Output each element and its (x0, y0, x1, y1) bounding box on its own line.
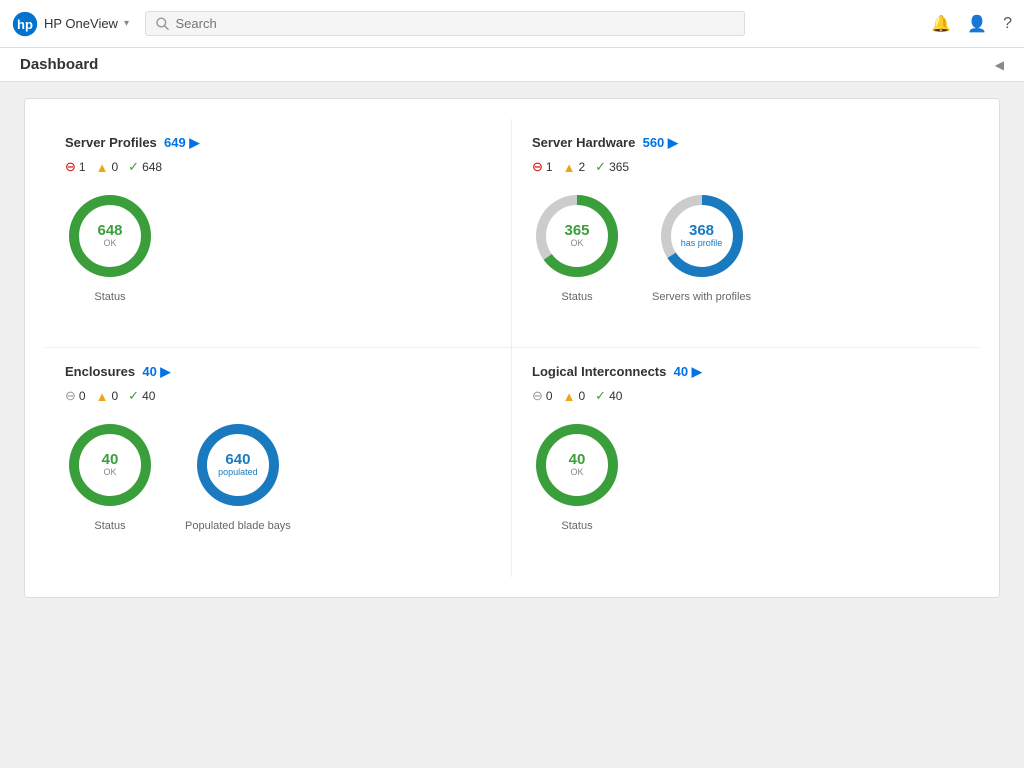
sh-error-icon: ⊖ (532, 159, 543, 175)
sh-status-chart: 365 OK Status (532, 191, 622, 303)
brand-logo[interactable]: hp HP OneView ▾ (12, 11, 129, 37)
sp-badges: ⊖ 1 ▲ 0 ✓ 648 (65, 159, 491, 175)
app-window: hp HP OneView ▾ 🔔 👤 ? Dashboard ◀ (0, 0, 1024, 768)
sh-ok-icon: ✓ (595, 159, 606, 175)
error-icon: ⊖ (65, 159, 76, 175)
svg-text:hp: hp (17, 16, 33, 31)
sp-status-label: Status (94, 291, 125, 303)
sh-badge-error: ⊖ 1 (532, 159, 553, 175)
bell-icon[interactable]: 🔔 (931, 14, 951, 34)
sh-status-donut[interactable]: 365 OK (532, 191, 622, 281)
warning-icon: ▲ (96, 160, 109, 175)
sp-badge-ok: ✓ 648 (128, 159, 162, 175)
sh-profiles-chart: 368 has profile Servers with profiles (652, 191, 751, 303)
li-error-icon: ⊖ (532, 388, 543, 404)
widget-server-profiles: Server Profiles 649 ▶ ⊖ 1 ▲ 0 ✓ (45, 119, 512, 348)
sh-badge-warning: ▲ 2 (563, 160, 586, 175)
enc-status-label: Status (94, 520, 125, 532)
sp-charts: 648 OK Status (65, 191, 491, 303)
sp-badge-warning: ▲ 0 (96, 160, 119, 175)
enc-badge-error: ⊖ 0 (65, 388, 86, 404)
dashboard-card: Server Profiles 649 ▶ ⊖ 1 ▲ 0 ✓ (24, 98, 1000, 598)
main-content: Server Profiles 649 ▶ ⊖ 1 ▲ 0 ✓ (0, 82, 1024, 768)
dashboard-header: Dashboard ◀ (0, 48, 1024, 82)
dashboard-title: Dashboard (20, 56, 98, 73)
search-box[interactable] (145, 11, 745, 36)
li-charts: 40 OK Status (532, 420, 959, 532)
sh-profiles-label: Servers with profiles (652, 291, 751, 303)
widget-logical-interconnects: Logical Interconnects 40 ▶ ⊖ 0 ▲ 0 (512, 348, 979, 577)
enc-populated-label: Populated blade bays (185, 520, 291, 532)
widget-server-hardware-title: Server Hardware 560 ▶ (532, 135, 959, 151)
enc-populated-chart: 640 populated Populated blade bays (185, 420, 291, 532)
help-icon[interactable]: ? (1003, 15, 1012, 33)
li-badge-warning: ▲ 0 (563, 389, 586, 404)
li-ok-icon: ✓ (595, 388, 606, 404)
collapse-button[interactable]: ◀ (995, 58, 1004, 72)
widget-server-profiles-title: Server Profiles 649 ▶ (65, 135, 491, 151)
search-input[interactable] (176, 16, 734, 31)
enc-status-chart: 40 OK Status (65, 420, 155, 532)
widget-server-hardware: Server Hardware 560 ▶ ⊖ 1 ▲ 2 ✓ (512, 119, 979, 348)
li-badge-ok: ✓ 40 (595, 388, 622, 404)
enc-warning-icon: ▲ (96, 389, 109, 404)
enc-charts: 40 OK Status 640 (65, 420, 491, 532)
sh-count[interactable]: 560 ▶ (639, 135, 678, 150)
sh-profiles-donut[interactable]: 368 has profile (657, 191, 747, 281)
widget-enclosures-title: Enclosures 40 ▶ (65, 364, 491, 380)
li-status-label: Status (561, 520, 592, 532)
brand-chevron-icon[interactable]: ▾ (124, 18, 129, 29)
li-count[interactable]: 40 ▶ (670, 364, 702, 379)
sh-badge-ok: ✓ 365 (595, 159, 629, 175)
li-badges: ⊖ 0 ▲ 0 ✓ 40 (532, 388, 959, 404)
sh-status-label: Status (561, 291, 592, 303)
li-status-donut[interactable]: 40 OK (532, 420, 622, 510)
navbar-icons: 🔔 👤 ? (931, 14, 1012, 34)
enc-badges: ⊖ 0 ▲ 0 ✓ 40 (65, 388, 491, 404)
li-badge-error: ⊖ 0 (532, 388, 553, 404)
hp-logo-icon: hp (12, 11, 38, 37)
search-icon (156, 17, 170, 31)
brand-name: HP OneView (44, 16, 118, 31)
li-status-chart: 40 OK Status (532, 420, 622, 532)
enc-badge-ok: ✓ 40 (128, 388, 155, 404)
widget-enclosures: Enclosures 40 ▶ ⊖ 0 ▲ 0 ✓ (45, 348, 512, 577)
sp-badge-error: ⊖ 1 (65, 159, 86, 175)
li-warning-icon: ▲ (563, 389, 576, 404)
sh-charts: 365 OK Status (532, 191, 959, 303)
sp-status-chart: 648 OK Status (65, 191, 155, 303)
sp-count[interactable]: 649 ▶ (160, 135, 199, 150)
navbar: hp HP OneView ▾ 🔔 👤 ? (0, 0, 1024, 48)
enc-error-icon: ⊖ (65, 388, 76, 404)
sh-badges: ⊖ 1 ▲ 2 ✓ 365 (532, 159, 959, 175)
enc-status-donut[interactable]: 40 OK (65, 420, 155, 510)
sh-warning-icon: ▲ (563, 160, 576, 175)
ok-icon: ✓ (128, 159, 139, 175)
enc-count[interactable]: 40 ▶ (139, 364, 171, 379)
enc-populated-donut[interactable]: 640 populated (193, 420, 283, 510)
enc-ok-icon: ✓ (128, 388, 139, 404)
enc-badge-warning: ▲ 0 (96, 389, 119, 404)
user-icon[interactable]: 👤 (967, 14, 987, 34)
sp-status-donut[interactable]: 648 OK (65, 191, 155, 281)
widget-li-title: Logical Interconnects 40 ▶ (532, 364, 959, 380)
